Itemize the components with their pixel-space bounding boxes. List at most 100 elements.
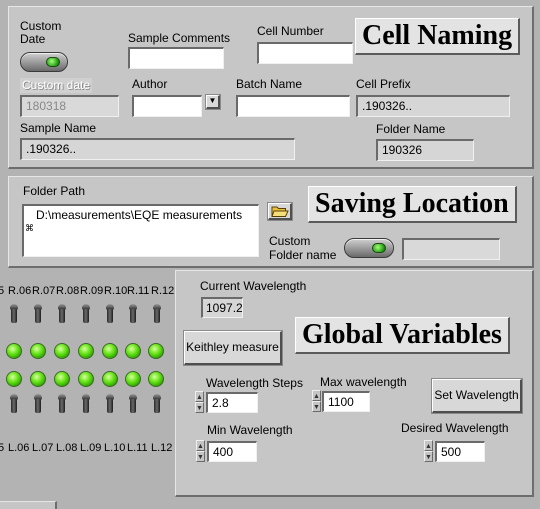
min-wavelength-label: Min Wavelength: [207, 423, 293, 437]
wavelength-steps-spinner[interactable]: ▲ ▼: [195, 391, 204, 413]
custom-folder-toggle[interactable]: [344, 238, 394, 258]
channel-led-top: [148, 343, 164, 359]
channel-led-top: [78, 343, 94, 359]
folder-path-input[interactable]: D:\measurements\EQE measurements: [22, 204, 259, 257]
folder-path-label: Folder Path: [23, 184, 86, 198]
top-channel-label: R.11: [127, 285, 150, 297]
channel-switch-bottom[interactable]: [106, 394, 114, 416]
bottom-channel-label: L.10: [104, 442, 126, 454]
channel-panel: 5 R.06 R.07 R.08 R.09 R.10 R.11 R.12 5 L…: [0, 276, 175, 509]
triangle-up-icon[interactable]: ▲: [195, 391, 204, 402]
global-variables-title: Global Variables: [295, 317, 510, 354]
top-channel-label: R.09: [80, 285, 104, 297]
min-wavelength-spinner[interactable]: ▲ ▼: [196, 440, 205, 462]
cell-naming-title: Cell Naming: [355, 18, 521, 55]
top-channel-label: R.12: [151, 285, 175, 297]
author-label: Author: [132, 77, 168, 91]
channel-led-bottom: [6, 371, 22, 387]
folder-path-value: D:\measurements\EQE measurements: [36, 208, 243, 222]
channel-led-bottom: [30, 371, 46, 387]
channel-switch-top[interactable]: [82, 304, 90, 326]
bottom-channel-label: L.06: [8, 442, 30, 454]
triangle-up-icon[interactable]: ▲: [424, 440, 433, 451]
triangle-up-icon[interactable]: ▲: [196, 440, 205, 451]
folder-name-label: Folder Name: [376, 122, 446, 136]
channel-switch-top[interactable]: [10, 304, 18, 326]
triangle-down-icon[interactable]: ▼: [196, 451, 205, 462]
author-select[interactable]: [132, 95, 202, 117]
browse-folder-button[interactable]: [268, 203, 292, 220]
wavelength-steps-label: Wavelength Steps: [206, 376, 303, 390]
current-wavelength-label: Current Wavelength: [200, 279, 307, 293]
custom-date-toggle-label: Custom Date: [20, 19, 62, 46]
bottom-channel-label: L.12: [151, 442, 173, 454]
custom-date-field-label: Custom date: [20, 78, 93, 93]
batch-name-input[interactable]: [236, 95, 350, 117]
custom-folder-input: [402, 238, 500, 260]
wavelength-steps-input[interactable]: 2.8: [206, 392, 258, 413]
channel-switch-bottom[interactable]: [129, 394, 137, 416]
triangle-down-icon[interactable]: ▼: [195, 402, 204, 413]
channel-switch-top[interactable]: [153, 304, 161, 326]
folder-open-icon: [270, 206, 289, 217]
min-wavelength-input[interactable]: 400: [207, 441, 257, 462]
sample-comments-label: Sample Comments: [128, 31, 231, 45]
bottom-channel-label: L.08: [56, 442, 78, 454]
top-channel-label: R.07: [32, 285, 56, 297]
batch-name-label: Batch Name: [236, 77, 303, 91]
top-channel-label: 5: [0, 285, 5, 297]
custom-folder-label: Custom Folder name: [269, 234, 337, 262]
channel-led-bottom: [125, 371, 141, 387]
max-wavelength-input[interactable]: 1100: [322, 391, 370, 412]
channel-led-top: [30, 343, 46, 359]
channel-switch-bottom[interactable]: [10, 394, 18, 416]
desired-wavelength-spinner[interactable]: ▲ ▼: [424, 440, 433, 462]
triangle-down-icon[interactable]: ▼: [312, 401, 321, 412]
custom-date-input: 180318: [20, 95, 119, 117]
custom-date-toggle[interactable]: [20, 52, 68, 72]
desired-wavelength-input[interactable]: 500: [435, 441, 485, 462]
bottom-channel-label: 5: [0, 442, 5, 454]
triangle-up-icon[interactable]: ▲: [312, 390, 321, 401]
bottom-channel-label: L.07: [32, 442, 54, 454]
cell-naming-panel: Custom Date Sample Comments Cell Number …: [8, 6, 534, 169]
channel-switch-top[interactable]: [58, 304, 66, 326]
toggle-led-icon: [46, 57, 60, 67]
bottom-channel-label: L.11: [127, 442, 148, 454]
channel-switch-top[interactable]: [106, 304, 114, 326]
cutoff-panel-edge: [0, 501, 57, 509]
sample-comments-input[interactable]: [128, 47, 224, 69]
chevron-down-icon: ▼: [208, 96, 217, 105]
current-wavelength-field: 1097.2: [201, 297, 243, 318]
channel-switch-top[interactable]: [34, 304, 42, 326]
channel-switch-top[interactable]: [129, 304, 137, 326]
channel-switch-bottom[interactable]: [34, 394, 42, 416]
channel-switch-bottom[interactable]: [153, 394, 161, 416]
author-dropdown-button[interactable]: ▼: [206, 95, 220, 109]
set-wavelength-button[interactable]: Set Wavelength: [432, 379, 522, 413]
triangle-down-icon[interactable]: ▼: [424, 451, 433, 462]
cell-prefix-label: Cell Prefix: [356, 77, 411, 91]
saving-location-panel: Folder Path D:\measurements\EQE measurem…: [8, 176, 534, 268]
toggle-led-icon: [372, 243, 386, 253]
max-wavelength-spinner[interactable]: ▲ ▼: [312, 390, 321, 412]
channel-led-bottom: [102, 371, 118, 387]
channel-switch-bottom[interactable]: [82, 394, 90, 416]
folder-name-field: 190326: [376, 139, 474, 161]
saving-location-title: Saving Location: [308, 186, 517, 223]
desired-wavelength-label: Desired Wavelength: [401, 421, 509, 435]
channel-led-top: [125, 343, 141, 359]
top-channel-label: R.06: [8, 285, 32, 297]
top-channel-label: R.10: [104, 285, 128, 297]
keithley-measure-button[interactable]: Keithley measure: [184, 331, 282, 365]
top-channel-label: R.08: [56, 285, 80, 297]
channel-led-bottom: [148, 371, 164, 387]
channel-led-bottom: [78, 371, 94, 387]
cell-number-label: Cell Number: [257, 24, 324, 38]
max-wavelength-label: Max wavelength: [320, 375, 407, 389]
path-type-icon: ⌘: [25, 223, 34, 233]
cell-number-input[interactable]: [257, 42, 353, 64]
channel-switch-bottom[interactable]: [58, 394, 66, 416]
sample-name-label: Sample Name: [20, 121, 97, 135]
sample-name-field: .190326..: [20, 138, 295, 160]
